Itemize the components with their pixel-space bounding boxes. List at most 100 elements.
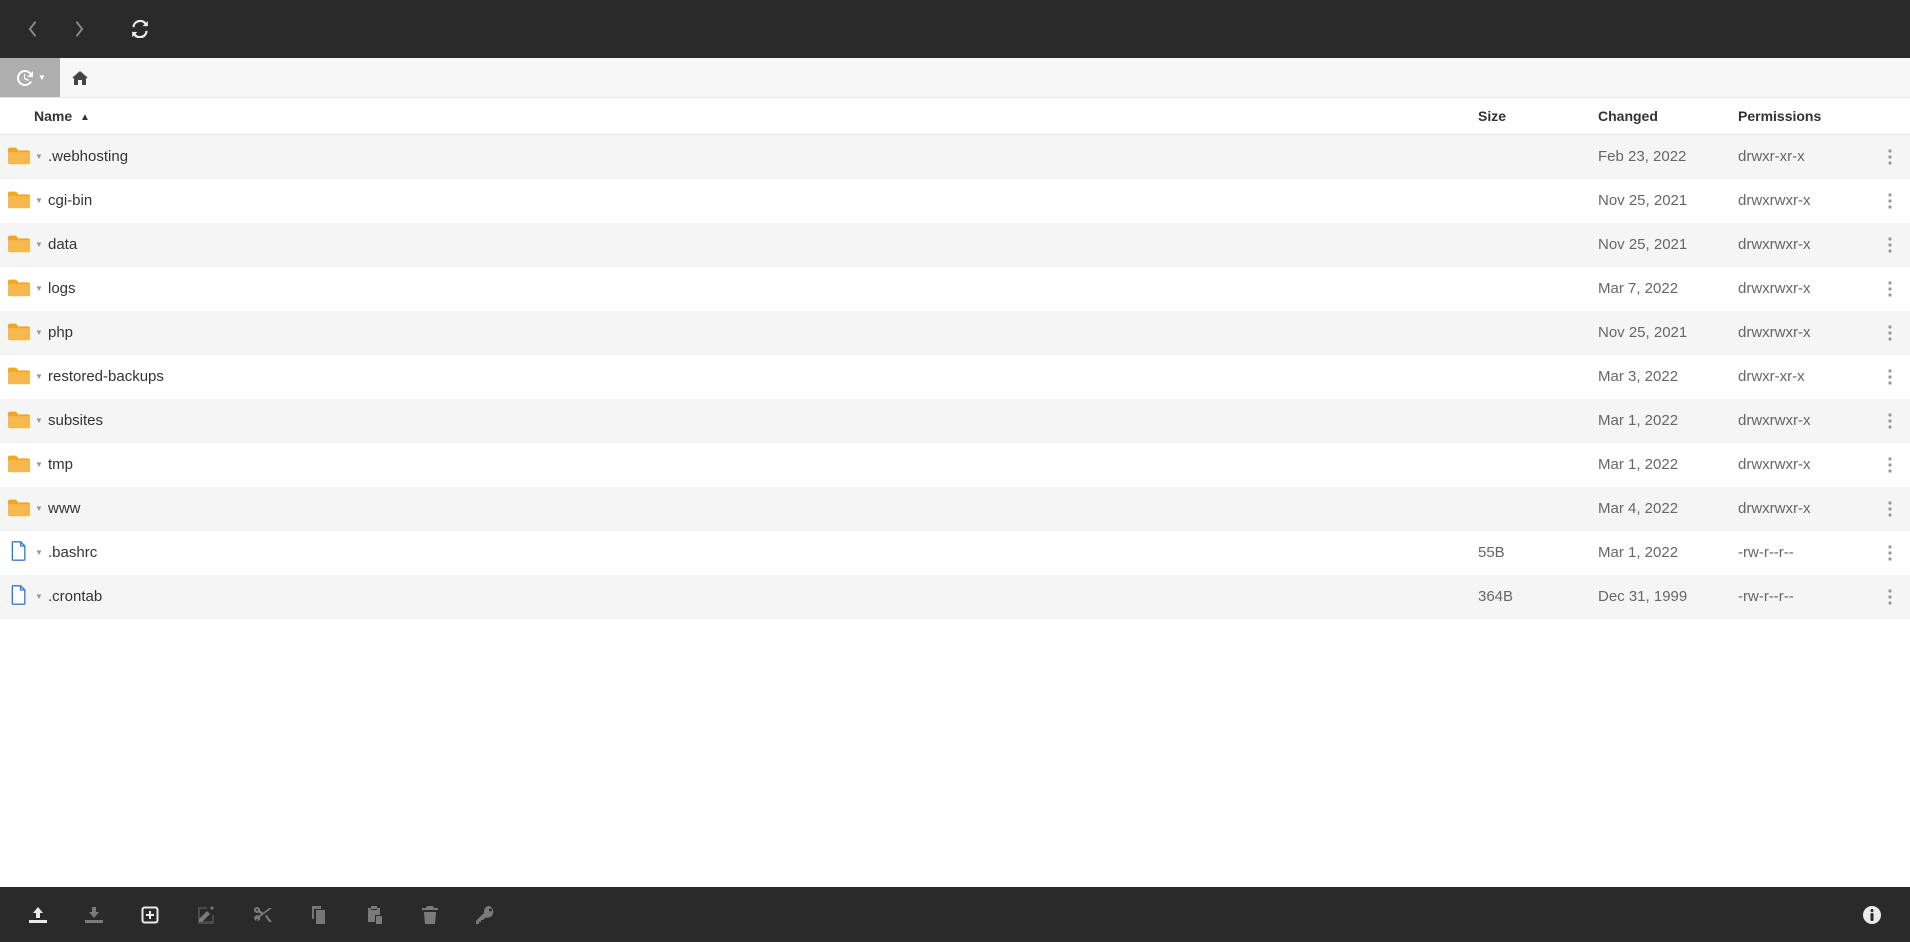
row-menu-caret[interactable]: ▼ [34,284,44,293]
row-menu-caret[interactable]: ▼ [34,548,44,557]
upload-button[interactable] [10,894,66,936]
file-name[interactable]: subsites [48,412,103,429]
cell-actions [1870,267,1910,311]
trash-icon [422,906,438,924]
cell-name: ▼ restored-backups [0,355,1470,399]
row-actions-button[interactable] [1880,541,1900,565]
file-name[interactable]: .crontab [48,588,102,605]
cell-permissions: drwxrwxr-x [1730,399,1870,443]
cell-actions [1870,179,1910,223]
file-name[interactable]: www [48,500,81,517]
row-menu-caret[interactable]: ▼ [34,592,44,601]
file-name[interactable]: tmp [48,456,73,473]
info-button[interactable] [1844,894,1900,936]
breadcrumb-home[interactable] [60,58,100,97]
cell-size: 364B [1470,575,1590,619]
folder-icon [8,365,30,389]
cell-changed: Nov 25, 2021 [1590,223,1730,267]
table-row[interactable]: ▼cgi-binNov 25, 2021drwxrwxr-x [0,179,1910,223]
table-row[interactable]: ▼tmpMar 1, 2022drwxrwxr-x [0,443,1910,487]
permissions-button[interactable] [458,894,514,936]
row-actions-button[interactable] [1880,497,1900,521]
history-button[interactable]: ▼ [0,58,60,97]
file-name[interactable]: .webhosting [48,148,128,165]
kebab-icon [1888,149,1892,165]
forward-button[interactable] [56,8,104,50]
column-header-permissions[interactable]: Permissions [1730,98,1870,135]
kebab-icon [1888,589,1892,605]
plus-box-icon [141,906,159,924]
column-header-changed[interactable]: Changed [1590,98,1730,135]
row-actions-button[interactable] [1880,321,1900,345]
key-icon [476,906,496,924]
row-actions-button[interactable] [1880,585,1900,609]
back-button[interactable] [8,8,56,50]
sort-asc-icon: ▲ [80,112,90,123]
table-row[interactable]: ▼ data Nov 25, 2021drwxrwxr-x [0,223,1910,267]
column-header-name[interactable]: Name ▲ [0,98,1470,135]
paste-icon [365,906,383,924]
file-name[interactable]: logs [48,280,76,297]
table-row[interactable]: ▼.crontab364BDec 31, 1999-rw-r--r-- [0,575,1910,619]
chevron-right-icon [73,20,87,38]
kebab-icon [1888,369,1892,385]
file-name[interactable]: restored-backups [48,368,164,385]
row-menu-caret[interactable]: ▼ [34,504,44,513]
row-menu-caret[interactable]: ▼ [34,196,44,205]
table-row[interactable]: ▼subsitesMar 1, 2022drwxrwxr-x [0,399,1910,443]
row-menu-caret[interactable]: ▼ [34,240,44,249]
cell-permissions: drwxrwxr-x [1730,311,1870,355]
column-header-size[interactable]: Size [1470,98,1590,135]
cell-changed: Mar 1, 2022 [1590,443,1730,487]
row-actions-button[interactable] [1880,233,1900,257]
row-actions-button[interactable] [1880,145,1900,169]
edit-button[interactable] [178,894,234,936]
cell-size [1470,487,1590,531]
table-row[interactable]: ▼.webhostingFeb 23, 2022drwxr-xr-x [0,135,1910,179]
file-name[interactable]: data [48,236,77,253]
cell-permissions: drwxrwxr-x [1730,223,1870,267]
history-icon [14,69,34,87]
file-name[interactable]: cgi-bin [48,192,92,209]
cell-name: ▼ .webhosting [0,135,1470,179]
kebab-icon [1888,545,1892,561]
row-actions-button[interactable] [1880,365,1900,389]
cell-size [1470,223,1590,267]
table-row[interactable]: ▼wwwMar 4, 2022drwxrwxr-x [0,487,1910,531]
row-actions-button[interactable] [1880,189,1900,213]
cell-changed: Nov 25, 2021 [1590,179,1730,223]
download-button[interactable] [66,894,122,936]
copy-button[interactable] [290,894,346,936]
cell-actions [1870,575,1910,619]
cell-name: ▼ www [0,487,1470,531]
row-menu-caret[interactable]: ▼ [34,152,44,161]
delete-button[interactable] [402,894,458,936]
table-row[interactable]: ▼logsMar 7, 2022drwxrwxr-x [0,267,1910,311]
cut-button[interactable] [234,894,290,936]
kebab-icon [1888,501,1892,517]
table-row[interactable]: ▼phpNov 25, 2021drwxrwxr-x [0,311,1910,355]
row-actions-button[interactable] [1880,409,1900,433]
cell-size [1470,135,1590,179]
table-row[interactable]: ▼.bashrc55BMar 1, 2022-rw-r--r-- [0,531,1910,575]
cell-changed: Mar 4, 2022 [1590,487,1730,531]
cell-permissions: -rw-r--r-- [1730,575,1870,619]
row-actions-button[interactable] [1880,277,1900,301]
table-row[interactable]: ▼restored-backupsMar 3, 2022drwxr-xr-x [0,355,1910,399]
row-actions-button[interactable] [1880,453,1900,477]
file-name[interactable]: .bashrc [48,544,97,561]
copy-icon [309,906,327,924]
row-menu-caret[interactable]: ▼ [34,460,44,469]
file-name[interactable]: php [48,324,73,341]
new-button[interactable] [122,894,178,936]
row-menu-caret[interactable]: ▼ [34,372,44,381]
cell-name: ▼ .bashrc [0,531,1470,575]
row-menu-caret[interactable]: ▼ [34,416,44,425]
file-icon [8,541,30,565]
paste-button[interactable] [346,894,402,936]
row-menu-caret[interactable]: ▼ [34,328,44,337]
kebab-icon [1888,413,1892,429]
refresh-button[interactable] [116,8,164,50]
refresh-icon [131,20,149,38]
cell-name: ▼ tmp [0,443,1470,487]
